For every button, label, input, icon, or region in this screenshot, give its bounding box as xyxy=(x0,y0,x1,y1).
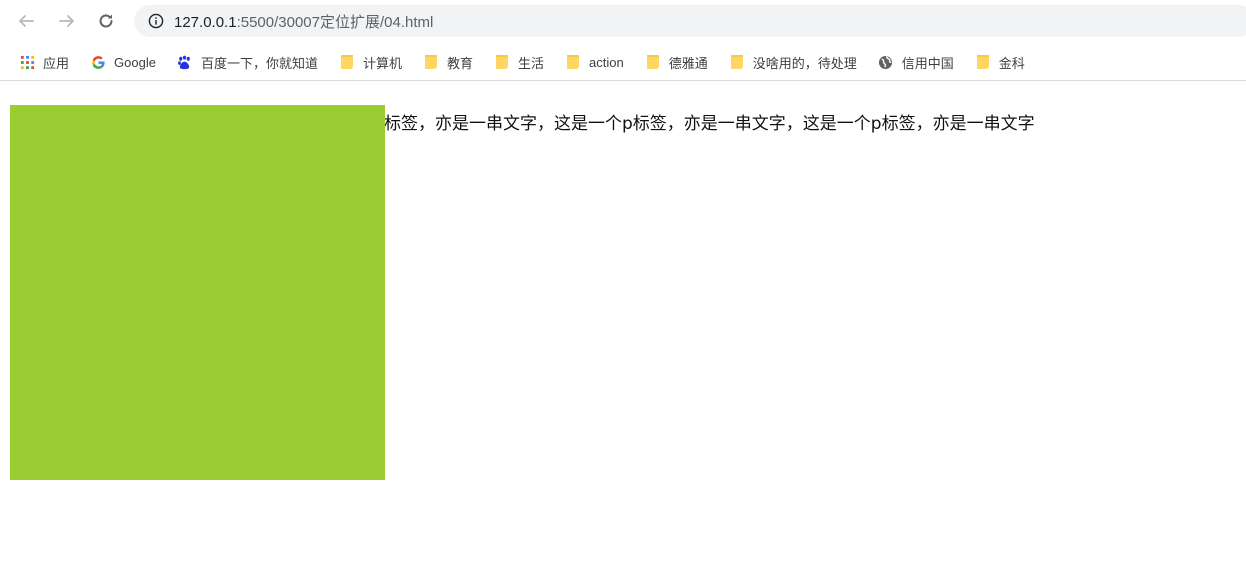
folder-icon xyxy=(975,54,991,70)
bookmark-label: 百度一下，你就知道 xyxy=(200,55,318,71)
bookmark-folder-life[interactable]: 生活 xyxy=(494,49,544,75)
forward-arrow-icon xyxy=(59,15,74,27)
back-button[interactable] xyxy=(13,8,39,34)
bookmark-label: 没啥用的，待处理 xyxy=(752,55,857,71)
forward-button[interactable] xyxy=(54,8,80,34)
address-bar[interactable]: 127.0.0.1:5500/30007定位扩展/04.html xyxy=(134,5,1246,37)
folder-icon xyxy=(729,54,745,70)
url-path: :5500/30007定位扩展/04.html xyxy=(236,13,434,31)
google-icon xyxy=(90,54,106,70)
bookmark-apps[interactable]: 应用 xyxy=(19,49,69,75)
bookmark-baidu[interactable]: 百度一下，你就知道 xyxy=(177,49,318,75)
bookmark-folder-education[interactable]: 教育 xyxy=(423,49,473,75)
bookmark-label: 生活 xyxy=(517,55,544,71)
url-host: 127.0.0.1 xyxy=(174,13,237,31)
bookmarks-bar: 应用 Google 百度一下，你就知道 计算机 教育 生活 action 德雅通… xyxy=(0,44,1246,81)
reload-icon xyxy=(99,14,113,28)
folder-icon xyxy=(339,54,355,70)
baidu-paw-icon xyxy=(177,54,193,70)
bookmark-credit-china[interactable]: 信用中国 xyxy=(878,49,954,75)
bookmark-label: 应用 xyxy=(43,55,70,71)
bookmark-label: 教育 xyxy=(446,55,473,71)
url-text: 127.0.0.1:5500/30007定位扩展/04.html xyxy=(174,11,433,32)
folder-icon xyxy=(565,54,581,70)
bookmark-label: action xyxy=(589,54,624,70)
bookmark-folder-pending[interactable]: 没啥用的，待处理 xyxy=(729,49,857,75)
bookmark-label: 金科 xyxy=(998,55,1025,71)
bookmark-folder-computer[interactable]: 计算机 xyxy=(339,49,402,75)
reload-button[interactable] xyxy=(93,8,119,34)
bookmark-google[interactable]: Google xyxy=(90,49,156,75)
bookmark-label: 信用中国 xyxy=(901,55,954,71)
positioned-green-box xyxy=(10,105,385,480)
bookmark-folder-action[interactable]: action xyxy=(565,49,624,75)
bookmark-label: 德雅通 xyxy=(668,55,708,71)
folder-icon xyxy=(423,54,439,70)
page-content: 标签，亦是一串文字，这是一个p标签，亦是一串文字，这是一个p标签，亦是一串文字 xyxy=(0,86,1246,581)
bookmark-label: Google xyxy=(114,54,156,70)
bookmark-label: 计算机 xyxy=(362,55,402,71)
bookmark-folder-jinke[interactable]: 金科 xyxy=(975,49,1025,75)
globe-icon xyxy=(878,54,894,70)
paragraph-text: 标签，亦是一串文字，这是一个p标签，亦是一串文字，这是一个p标签，亦是一串文字 xyxy=(384,114,1035,134)
back-arrow-icon xyxy=(19,15,34,27)
browser-toolbar: 127.0.0.1:5500/30007定位扩展/04.html xyxy=(0,0,1246,44)
folder-icon xyxy=(494,54,510,70)
folder-icon xyxy=(645,54,661,70)
apps-grid-icon xyxy=(19,54,35,70)
info-icon[interactable] xyxy=(148,13,164,29)
bookmark-folder-deyatong[interactable]: 德雅通 xyxy=(645,49,708,75)
